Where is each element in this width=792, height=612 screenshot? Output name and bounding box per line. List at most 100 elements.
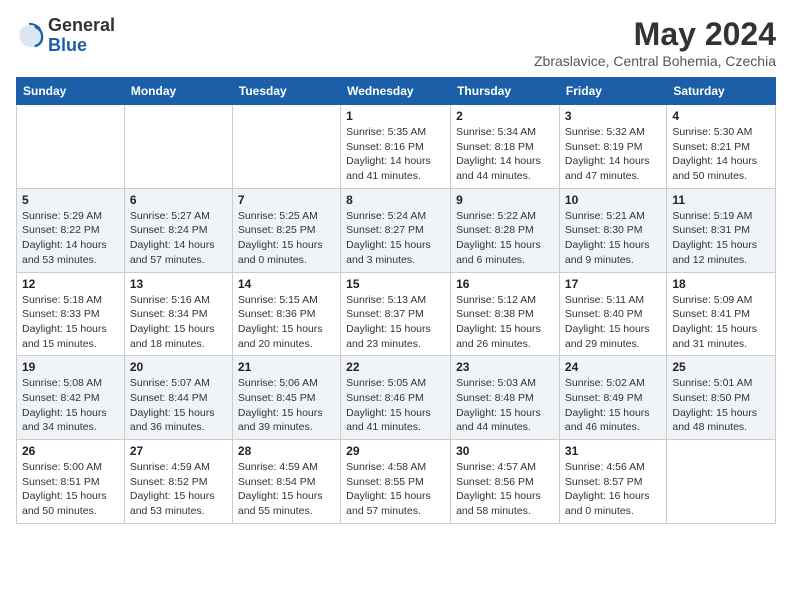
- day-info: Sunrise: 4:57 AM Sunset: 8:56 PM Dayligh…: [456, 460, 554, 519]
- calendar-cell: 1 Sunrise: 5:35 AM Sunset: 8:16 PM Daylig…: [341, 105, 451, 189]
- day-number: 20: [130, 360, 227, 374]
- calendar-week-row: 26Sunrise: 5:00 AM Sunset: 8:51 PM Dayli…: [17, 440, 776, 524]
- calendar-week-row: 5 Sunrise: 5:29 AM Sunset: 8:22 PM Daylig…: [17, 188, 776, 272]
- column-header-sunday: Sunday: [17, 78, 125, 105]
- day-number: 30: [456, 444, 554, 458]
- day-number: 26: [22, 444, 119, 458]
- calendar-cell: 12 Sunrise: 5:18 AM Sunset: 8:33 PM Dayli…: [17, 272, 125, 356]
- day-info: Sunrise: 5:03 AM Sunset: 8:48 PM Dayligh…: [456, 376, 554, 435]
- day-info: Sunrise: 5:21 AM Sunset: 8:30 PM Dayligh…: [565, 209, 661, 268]
- day-number: 27: [130, 444, 227, 458]
- day-info: Sunrise: 5:08 AM Sunset: 8:42 PM Dayligh…: [22, 376, 119, 435]
- calendar-cell: 9 Sunrise: 5:22 AM Sunset: 8:28 PM Daylig…: [451, 188, 560, 272]
- calendar-cell: 15 Sunrise: 5:13 AM Sunset: 8:37 PM Dayli…: [341, 272, 451, 356]
- calendar-cell: 21 Sunrise: 5:06 AM Sunset: 8:45 PM Dayli…: [232, 356, 340, 440]
- day-number: 8: [346, 193, 445, 207]
- day-number: 14: [238, 277, 335, 291]
- day-number: 12: [22, 277, 119, 291]
- day-info: Sunrise: 5:34 AM Sunset: 8:18 PM Dayligh…: [456, 125, 554, 184]
- day-info: Sunrise: 5:01 AM Sunset: 8:50 PM Dayligh…: [672, 376, 770, 435]
- day-number: 9: [456, 193, 554, 207]
- calendar-cell: 5 Sunrise: 5:29 AM Sunset: 8:22 PM Daylig…: [17, 188, 125, 272]
- calendar-cell: 8 Sunrise: 5:24 AM Sunset: 8:27 PM Daylig…: [341, 188, 451, 272]
- calendar-cell: 20Sunrise: 5:07 AM Sunset: 8:44 PM Dayli…: [124, 356, 232, 440]
- logo-icon: [16, 22, 44, 50]
- day-info: Sunrise: 5:24 AM Sunset: 8:27 PM Dayligh…: [346, 209, 445, 268]
- day-number: 21: [238, 360, 335, 374]
- day-info: Sunrise: 5:30 AM Sunset: 8:21 PM Dayligh…: [672, 125, 770, 184]
- month-year-title: May 2024: [534, 16, 776, 53]
- day-info: Sunrise: 4:59 AM Sunset: 8:52 PM Dayligh…: [130, 460, 227, 519]
- day-number: 24: [565, 360, 661, 374]
- column-header-tuesday: Tuesday: [232, 78, 340, 105]
- calendar-cell: [667, 440, 776, 524]
- column-header-friday: Friday: [559, 78, 666, 105]
- calendar-cell: [232, 105, 340, 189]
- calendar-cell: 24 Sunrise: 5:02 AM Sunset: 8:49 PM Dayli…: [559, 356, 666, 440]
- day-info: Sunrise: 5:15 AM Sunset: 8:36 PM Dayligh…: [238, 293, 335, 352]
- location-subtitle: Zbraslavice, Central Bohemia, Czechia: [534, 53, 776, 69]
- day-info: Sunrise: 5:27 AM Sunset: 8:24 PM Dayligh…: [130, 209, 227, 268]
- calendar-cell: 14 Sunrise: 5:15 AM Sunset: 8:36 PM Dayli…: [232, 272, 340, 356]
- day-number: 16: [456, 277, 554, 291]
- day-info: Sunrise: 4:56 AM Sunset: 8:57 PM Dayligh…: [565, 460, 661, 519]
- day-info: Sunrise: 5:09 AM Sunset: 8:41 PM Dayligh…: [672, 293, 770, 352]
- calendar-week-row: 19 Sunrise: 5:08 AM Sunset: 8:42 PM Dayli…: [17, 356, 776, 440]
- day-number: 6: [130, 193, 227, 207]
- calendar-cell: 4 Sunrise: 5:30 AM Sunset: 8:21 PM Daylig…: [667, 105, 776, 189]
- day-info: Sunrise: 5:32 AM Sunset: 8:19 PM Dayligh…: [565, 125, 661, 184]
- calendar-cell: 11Sunrise: 5:19 AM Sunset: 8:31 PM Dayli…: [667, 188, 776, 272]
- day-info: Sunrise: 5:22 AM Sunset: 8:28 PM Dayligh…: [456, 209, 554, 268]
- day-number: 13: [130, 277, 227, 291]
- calendar-cell: 27 Sunrise: 4:59 AM Sunset: 8:52 PM Dayli…: [124, 440, 232, 524]
- column-header-thursday: Thursday: [451, 78, 560, 105]
- day-number: 31: [565, 444, 661, 458]
- day-number: 7: [238, 193, 335, 207]
- day-info: Sunrise: 5:13 AM Sunset: 8:37 PM Dayligh…: [346, 293, 445, 352]
- day-info: Sunrise: 5:25 AM Sunset: 8:25 PM Dayligh…: [238, 209, 335, 268]
- day-info: Sunrise: 4:58 AM Sunset: 8:55 PM Dayligh…: [346, 460, 445, 519]
- day-info: Sunrise: 5:18 AM Sunset: 8:33 PM Dayligh…: [22, 293, 119, 352]
- day-info: Sunrise: 5:35 AM Sunset: 8:16 PM Dayligh…: [346, 125, 445, 184]
- calendar-cell: 7 Sunrise: 5:25 AM Sunset: 8:25 PM Daylig…: [232, 188, 340, 272]
- calendar-cell: 17Sunrise: 5:11 AM Sunset: 8:40 PM Dayli…: [559, 272, 666, 356]
- day-number: 25: [672, 360, 770, 374]
- day-number: 10: [565, 193, 661, 207]
- calendar-cell: 18 Sunrise: 5:09 AM Sunset: 8:41 PM Dayli…: [667, 272, 776, 356]
- day-info: Sunrise: 5:05 AM Sunset: 8:46 PM Dayligh…: [346, 376, 445, 435]
- calendar-cell: 19 Sunrise: 5:08 AM Sunset: 8:42 PM Dayli…: [17, 356, 125, 440]
- day-number: 4: [672, 109, 770, 123]
- day-info: Sunrise: 5:06 AM Sunset: 8:45 PM Dayligh…: [238, 376, 335, 435]
- calendar-cell: 30 Sunrise: 4:57 AM Sunset: 8:56 PM Dayli…: [451, 440, 560, 524]
- calendar-cell: 13 Sunrise: 5:16 AM Sunset: 8:34 PM Dayli…: [124, 272, 232, 356]
- calendar-cell: [124, 105, 232, 189]
- day-info: Sunrise: 4:59 AM Sunset: 8:54 PM Dayligh…: [238, 460, 335, 519]
- page-header: General Blue May 2024 Zbraslavice, Centr…: [16, 16, 776, 69]
- calendar-cell: [17, 105, 125, 189]
- calendar-cell: 6 Sunrise: 5:27 AM Sunset: 8:24 PM Daylig…: [124, 188, 232, 272]
- day-info: Sunrise: 5:02 AM Sunset: 8:49 PM Dayligh…: [565, 376, 661, 435]
- day-number: 18: [672, 277, 770, 291]
- day-number: 15: [346, 277, 445, 291]
- day-number: 3: [565, 109, 661, 123]
- day-info: Sunrise: 5:16 AM Sunset: 8:34 PM Dayligh…: [130, 293, 227, 352]
- title-block: May 2024 Zbraslavice, Central Bohemia, C…: [534, 16, 776, 69]
- day-number: 19: [22, 360, 119, 374]
- day-number: 1: [346, 109, 445, 123]
- day-info: Sunrise: 5:19 AM Sunset: 8:31 PM Dayligh…: [672, 209, 770, 268]
- calendar-cell: 2Sunrise: 5:34 AM Sunset: 8:18 PM Daylig…: [451, 105, 560, 189]
- calendar-cell: 3 Sunrise: 5:32 AM Sunset: 8:19 PM Daylig…: [559, 105, 666, 189]
- day-info: Sunrise: 5:11 AM Sunset: 8:40 PM Dayligh…: [565, 293, 661, 352]
- calendar-week-row: 12 Sunrise: 5:18 AM Sunset: 8:33 PM Dayli…: [17, 272, 776, 356]
- calendar-cell: 29Sunrise: 4:58 AM Sunset: 8:55 PM Dayli…: [341, 440, 451, 524]
- day-number: 28: [238, 444, 335, 458]
- calendar-cell: 16 Sunrise: 5:12 AM Sunset: 8:38 PM Dayli…: [451, 272, 560, 356]
- day-info: Sunrise: 5:12 AM Sunset: 8:38 PM Dayligh…: [456, 293, 554, 352]
- day-info: Sunrise: 5:29 AM Sunset: 8:22 PM Dayligh…: [22, 209, 119, 268]
- calendar-table: SundayMondayTuesdayWednesdayThursdayFrid…: [16, 77, 776, 524]
- logo: General Blue: [16, 16, 115, 56]
- column-header-saturday: Saturday: [667, 78, 776, 105]
- calendar-week-row: 1 Sunrise: 5:35 AM Sunset: 8:16 PM Daylig…: [17, 105, 776, 189]
- day-number: 5: [22, 193, 119, 207]
- column-header-wednesday: Wednesday: [341, 78, 451, 105]
